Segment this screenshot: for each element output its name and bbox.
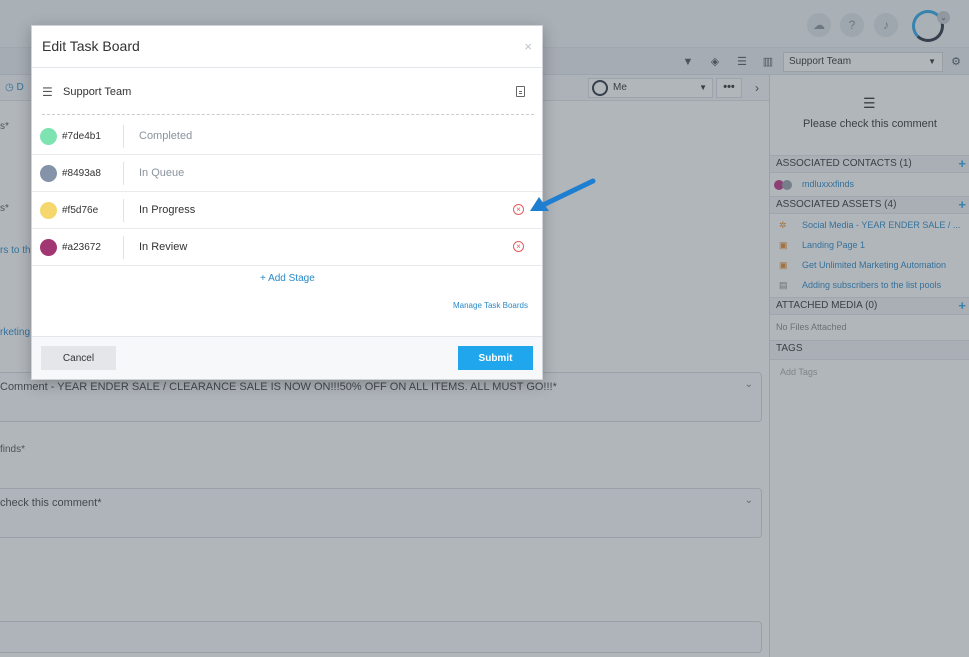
add-stage-link[interactable]: + Add Stage [260, 273, 315, 284]
stage-divider [123, 162, 124, 185]
stage-color-hex[interactable]: #7de4b1 [62, 131, 101, 142]
stage-color-swatch[interactable] [40, 239, 57, 256]
board-name[interactable]: Support Team [63, 86, 131, 98]
stage-name-input[interactable]: In Queue [139, 167, 184, 179]
list-icon: ☰ [42, 85, 53, 99]
modal-header: Edit Task Board × [32, 26, 542, 68]
modal-footer: Cancel Submit [32, 336, 542, 379]
document-icon[interactable] [516, 86, 525, 97]
stage-color-hex[interactable]: #f5d76e [62, 205, 98, 216]
stage-color-swatch[interactable] [40, 165, 57, 182]
stage-row: #7de4b1 Completed [32, 118, 542, 155]
edit-task-board-modal: Edit Task Board × ☰ Support Team #7de4b1… [31, 25, 543, 380]
stage-color-swatch[interactable] [40, 202, 57, 219]
manage-task-boards-link[interactable]: Manage Task Boards [453, 301, 528, 310]
modal-title: Edit Task Board [42, 38, 140, 54]
stage-divider [123, 236, 124, 259]
stage-name-input[interactable]: In Review [139, 241, 187, 253]
stage-color-hex[interactable]: #8493a8 [62, 168, 101, 179]
stage-name-input[interactable]: In Progress [139, 204, 195, 216]
stage-color-hex[interactable]: #a23672 [62, 242, 101, 253]
stage-row: #f5d76e In Progress × [32, 192, 542, 229]
stage-row: #a23672 In Review × [32, 229, 542, 266]
cancel-button[interactable]: Cancel [41, 346, 116, 370]
remove-stage-icon[interactable]: × [513, 204, 524, 215]
remove-stage-icon[interactable]: × [513, 241, 524, 252]
board-name-row: ☰ Support Team [42, 68, 534, 115]
stage-color-swatch[interactable] [40, 128, 57, 145]
stage-divider [123, 125, 124, 148]
stage-row: #8493a8 In Queue [32, 155, 542, 192]
close-icon[interactable]: × [524, 39, 532, 54]
stage-name-input[interactable]: Completed [139, 130, 192, 142]
stage-divider [123, 199, 124, 222]
submit-button[interactable]: Submit [458, 346, 533, 370]
annotation-arrow-icon [530, 178, 596, 211]
